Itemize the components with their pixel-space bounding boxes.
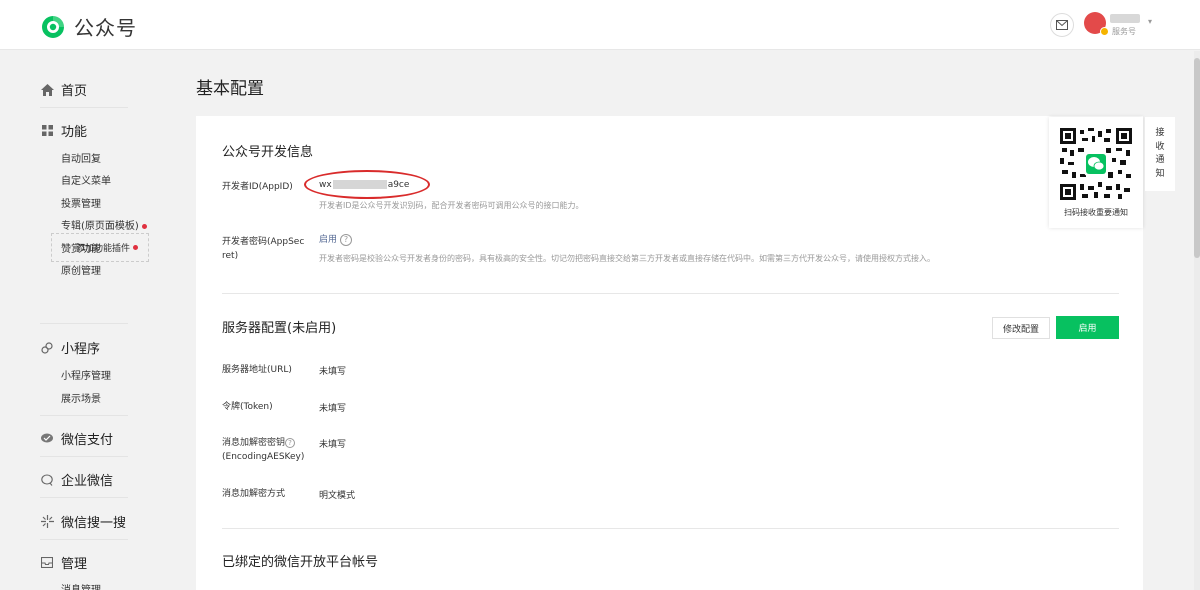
enable-button[interactable]: 启用: [1056, 316, 1119, 339]
account-name-masked[interactable]: [1110, 14, 1140, 23]
divider: [40, 415, 128, 416]
grid-icon: [40, 124, 54, 138]
url-value: 未填写: [319, 367, 347, 377]
sidebar-item-label: 专辑(原页面模板): [61, 221, 139, 232]
sidebar-item-album[interactable]: 专辑(原页面模板): [61, 217, 147, 232]
sidebar-item-vote[interactable]: 投票管理: [61, 195, 101, 210]
page-title: 基本配置: [196, 79, 264, 99]
appid-label: 开发者ID(AppID): [222, 182, 293, 192]
secret-desc: 开发者密码是校验公众号开发者身份的密码，具有极高的安全性。切记勿把密码直接交给第…: [319, 254, 935, 263]
sidebar-item-wechat-pay[interactable]: 微信支付: [40, 429, 113, 448]
sidebar-section-features[interactable]: 功能: [40, 121, 87, 140]
logo[interactable]: 公众号: [40, 12, 137, 41]
sidebar-item-home[interactable]: 首页: [40, 80, 87, 99]
verified-badge-icon: [1100, 27, 1109, 36]
divider: [222, 528, 1119, 529]
wechat-mp-logo-icon: [40, 14, 66, 40]
sidebar-item-messages[interactable]: 消息管理: [61, 581, 101, 590]
aes-value: 未填写: [319, 440, 347, 450]
highlight-circle: [304, 170, 430, 199]
mode-value: 明文模式: [319, 491, 356, 501]
account-type: 服务号: [1112, 27, 1136, 36]
aes-label-text: 消息加解密密钥: [222, 438, 286, 448]
divider: [40, 323, 128, 324]
app-name: 公众号: [74, 16, 137, 40]
sidebar-item-label: 微信搜一搜: [61, 516, 127, 531]
inbox-icon: [40, 556, 54, 570]
sidebar-item-custom-menu[interactable]: 自定义菜单: [61, 172, 111, 187]
server-config-title: 服务器配置(未启用): [222, 321, 337, 336]
mode-label: 消息加解密方式: [222, 489, 286, 499]
divider: [40, 539, 128, 540]
add-plugin-button[interactable]: + 添加功能插件: [51, 233, 149, 262]
add-plugin-label: 添加功能插件: [76, 244, 131, 254]
sidebar-item-original[interactable]: 原创管理: [61, 262, 101, 277]
sidebar-item-auto-reply[interactable]: 自动回复: [61, 150, 101, 165]
sidebar-item-work-wechat[interactable]: 企业微信: [40, 470, 113, 489]
sidebar-section-label: 管理: [61, 557, 88, 572]
sidebar-section-label: 小程序: [61, 342, 101, 357]
scrollbar-thumb[interactable]: [1194, 58, 1200, 258]
aes-label-line1: 消息加解密密钥?: [222, 436, 304, 450]
qr-code-icon: [1060, 128, 1132, 200]
secret-label: 开发者密码(AppSec ret): [222, 235, 304, 263]
mini-program-icon: [40, 341, 54, 355]
token-label: 令牌(Token): [222, 402, 273, 412]
dev-info-title: 公众号开发信息: [222, 145, 314, 160]
new-dot-icon: [141, 223, 147, 229]
aes-label: 消息加解密密钥? (EncodingAESKey): [222, 436, 304, 464]
sidebar-item-search[interactable]: 微信搜一搜: [40, 512, 126, 531]
divider: [40, 107, 128, 108]
help-icon[interactable]: ?: [340, 233, 353, 246]
receive-notify-tab[interactable]: 接 收 通 知: [1145, 117, 1175, 191]
notify-char: 接: [1155, 128, 1165, 138]
sidebar-section-mini-program[interactable]: 小程序: [40, 338, 100, 357]
qr-widget[interactable]: 扫码接收重要通知: [1049, 117, 1143, 228]
url-label: 服务器地址(URL): [222, 365, 292, 375]
sparkle-icon: [40, 515, 54, 529]
divider: [222, 293, 1119, 294]
chevron-down-icon[interactable]: ▾: [1148, 17, 1152, 26]
secret-label-line2: ret): [222, 251, 239, 261]
notify-char: 通: [1155, 155, 1165, 165]
sidebar-item-mini-program-manage[interactable]: 小程序管理: [61, 367, 111, 382]
help-icon[interactable]: ?: [285, 437, 296, 448]
notify-char: 收: [1155, 141, 1165, 152]
sidebar-item-label: 微信支付: [61, 433, 114, 448]
secret-enable-link[interactable]: 启用: [319, 235, 337, 245]
notify-char: 知: [1155, 168, 1165, 179]
sidebar-section-manage[interactable]: 管理: [40, 553, 87, 572]
sidebar-section-label: 功能: [61, 125, 88, 140]
secret-value: 启用?: [319, 232, 353, 246]
wechat-pay-icon: [40, 432, 54, 446]
sidebar-item-label: 首页: [61, 84, 88, 99]
top-header: 公众号 服务号 ▾: [0, 0, 1200, 50]
new-dot-icon: [133, 245, 139, 250]
qr-caption: 扫码接收重要通知: [1064, 208, 1128, 217]
mail-icon[interactable]: [1050, 13, 1074, 37]
aes-label-line2: (EncodingAESKey): [222, 452, 305, 462]
work-wechat-icon: [40, 473, 54, 487]
home-icon: [40, 83, 54, 97]
secret-label-line1: 开发者密码(AppSec: [222, 237, 305, 247]
appid-desc: 开发者ID是公众号开发识别码，配合开发者密码可调用公众号的接口能力。: [319, 201, 584, 210]
divider: [40, 497, 128, 498]
sidebar-item-label: 企业微信: [61, 474, 114, 489]
edit-config-button[interactable]: 修改配置: [992, 317, 1050, 339]
open-platform-title: 已绑定的微信开放平台帐号: [222, 555, 379, 570]
sidebar-item-showcase[interactable]: 展示场景: [61, 390, 101, 405]
token-value: 未填写: [319, 404, 347, 414]
plus-icon: +: [61, 240, 73, 255]
divider: [40, 456, 128, 457]
